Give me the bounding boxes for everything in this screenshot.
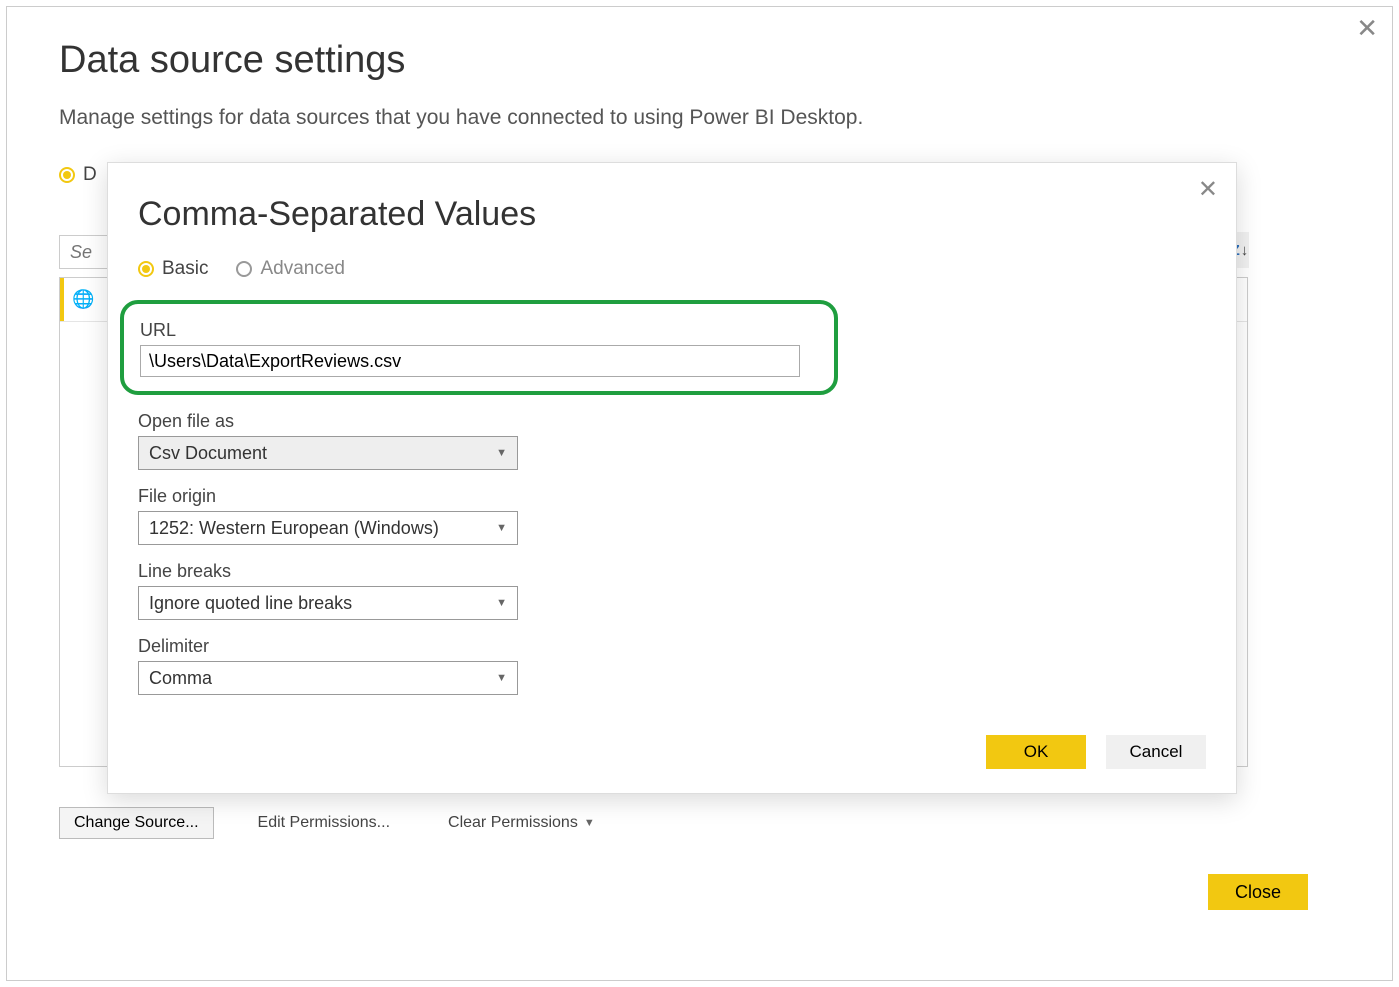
globe-icon: 🌐 <box>72 289 94 310</box>
change-source-button[interactable]: Change Source... <box>59 807 214 839</box>
chevron-down-icon: ▼ <box>496 447 507 459</box>
file-origin-value: 1252: Western European (Windows) <box>149 518 439 539</box>
chevron-down-icon: ▼ <box>496 522 507 534</box>
file-origin-label: File origin <box>138 486 1206 507</box>
data-source-settings-dialog: ✕ Data source settings Manage settings f… <box>6 6 1393 981</box>
line-breaks-dropdown[interactable]: Ignore quoted line breaks ▼ <box>138 586 518 620</box>
mode-advanced[interactable]: Advanced <box>236 258 345 280</box>
dialog-title: Comma-Separated Values <box>138 195 1206 234</box>
page-subtitle: Manage settings for data sources that yo… <box>59 106 1392 130</box>
close-icon[interactable]: ✕ <box>1198 175 1218 204</box>
mode-basic[interactable]: Basic <box>138 258 208 280</box>
scope-label: D <box>83 164 97 186</box>
radio-icon <box>236 261 252 277</box>
file-origin-dropdown[interactable]: 1252: Western European (Windows) ▼ <box>138 511 518 545</box>
delimiter-value: Comma <box>149 668 212 689</box>
close-icon[interactable]: ✕ <box>1356 15 1378 41</box>
ok-button[interactable]: OK <box>986 735 1086 769</box>
url-highlight-box: URL <box>120 300 838 395</box>
chevron-down-icon: ▼ <box>496 597 507 609</box>
chevron-down-icon: ▼ <box>496 672 507 684</box>
edit-permissions-button[interactable]: Edit Permissions... <box>244 807 404 839</box>
mode-basic-label: Basic <box>162 258 208 280</box>
csv-settings-dialog: ✕ Comma-Separated Values Basic Advanced … <box>107 162 1237 794</box>
open-as-label: Open file as <box>138 411 1206 432</box>
chevron-down-icon: ▼ <box>584 817 595 829</box>
delimiter-label: Delimiter <box>138 636 1206 657</box>
radio-icon <box>138 261 154 277</box>
dialog-button-row: OK Cancel <box>986 735 1206 769</box>
open-as-value: Csv Document <box>149 443 267 464</box>
line-breaks-value: Ignore quoted line breaks <box>149 593 352 614</box>
action-button-row: Change Source... Edit Permissions... Cle… <box>59 807 609 839</box>
url-label: URL <box>140 320 818 341</box>
line-breaks-label: Line breaks <box>138 561 1206 582</box>
scope-radio-current[interactable] <box>59 167 75 183</box>
url-input[interactable] <box>140 345 800 377</box>
delimiter-dropdown[interactable]: Comma ▼ <box>138 661 518 695</box>
clear-permissions-button[interactable]: Clear Permissions▼ <box>434 807 609 839</box>
mode-advanced-label: Advanced <box>260 258 345 280</box>
open-as-dropdown[interactable]: Csv Document ▼ <box>138 436 518 470</box>
close-button[interactable]: Close <box>1208 874 1308 910</box>
page-title: Data source settings <box>59 39 1392 82</box>
cancel-button[interactable]: Cancel <box>1106 735 1206 769</box>
mode-radio-group: Basic Advanced <box>138 258 1206 280</box>
